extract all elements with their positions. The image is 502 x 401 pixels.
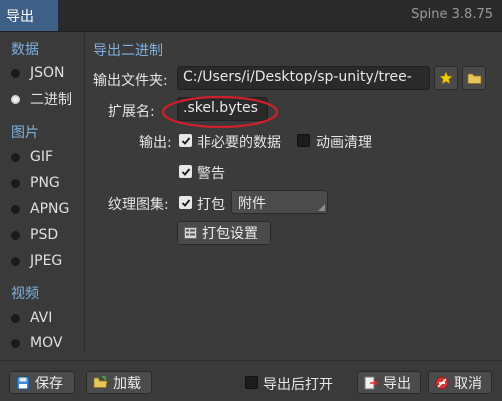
option-jpeg-label: JPEG xyxy=(30,253,63,269)
option-avi[interactable]: AVI xyxy=(11,308,52,328)
checkmark-icon xyxy=(181,167,190,176)
tab-export-label: 导出 xyxy=(6,9,34,25)
pack-checkbox[interactable] xyxy=(179,196,192,209)
open-folder-icon xyxy=(93,376,108,388)
output-folder-input[interactable]: C:/Users/i/Desktop/sp-unity/tree- xyxy=(177,66,430,90)
option-mov-label: MOV xyxy=(30,335,63,351)
output-label: 输出: xyxy=(139,135,172,151)
cancel-label: 取消 xyxy=(454,375,482,392)
radio-jpeg[interactable] xyxy=(11,256,20,266)
pack-settings-label: 打包设置 xyxy=(202,226,258,242)
section-images: 图片 xyxy=(11,125,39,141)
texture-atlas-label: 纹理图集: xyxy=(108,197,169,213)
save-button[interactable]: 保存 xyxy=(9,371,75,394)
nonessential-label: 非必要的数据 xyxy=(197,135,281,151)
export-icon xyxy=(364,376,378,389)
option-avi-label: AVI xyxy=(30,310,53,326)
radio-gif[interactable] xyxy=(11,152,20,162)
option-apng[interactable]: APNG xyxy=(11,199,69,219)
option-psd-label: PSD xyxy=(30,227,59,243)
option-apng-label: APNG xyxy=(30,201,70,217)
option-jpeg[interactable]: JPEG xyxy=(11,251,62,271)
section-video: 视频 xyxy=(11,286,39,302)
option-binary-label: 二进制 xyxy=(30,92,72,108)
tab-export[interactable]: 导出 xyxy=(0,0,59,31)
open-after-export-checkbox[interactable] xyxy=(245,376,258,389)
radio-avi[interactable] xyxy=(11,313,20,323)
option-mov[interactable]: MOV xyxy=(11,333,62,353)
panel-title: 导出二进制 xyxy=(93,43,163,59)
warnings-checkbox[interactable] xyxy=(179,165,192,178)
option-gif[interactable]: GIF xyxy=(11,147,53,167)
pack-mode-value: 附件 xyxy=(238,196,266,212)
pack-mode-dropdown[interactable]: 附件 xyxy=(231,190,328,214)
load-label: 加载 xyxy=(113,375,141,392)
folder-icon xyxy=(467,73,481,84)
animation-cleanup-checkbox[interactable] xyxy=(297,134,310,147)
title-bar: 导出 Spine 3.8.75 xyxy=(0,0,502,32)
option-binary[interactable]: 二进制 xyxy=(11,89,72,109)
extension-input[interactable]: .skel.bytes xyxy=(177,97,268,121)
dropdown-corner-icon xyxy=(318,204,325,211)
load-button[interactable]: 加载 xyxy=(86,371,152,394)
option-gif-label: GIF xyxy=(30,149,54,165)
warnings-label: 警告 xyxy=(197,166,225,182)
save-label: 保存 xyxy=(35,375,63,392)
pack-label: 打包 xyxy=(197,197,225,213)
radio-apng[interactable] xyxy=(11,204,20,214)
format-sidebar: 数据 JSON 二进制 图片 GIF PNG APNG PSD JPEG 视频 … xyxy=(0,32,85,354)
option-json-label: JSON xyxy=(30,65,65,81)
cancel-button[interactable]: 取消 xyxy=(428,371,492,394)
save-icon xyxy=(16,376,30,389)
radio-binary[interactable] xyxy=(11,94,20,104)
pack-settings-button[interactable]: 打包设置 xyxy=(177,221,271,245)
extension-label: 扩展名: xyxy=(108,104,155,120)
cancel-icon xyxy=(435,376,449,389)
radio-mov[interactable] xyxy=(11,338,20,348)
option-png[interactable]: PNG xyxy=(11,173,60,193)
open-after-export-label: 导出后打开 xyxy=(263,377,333,393)
radio-psd[interactable] xyxy=(11,230,20,240)
favorite-button[interactable] xyxy=(434,66,458,90)
browse-folder-button[interactable] xyxy=(462,66,486,90)
app-version: Spine 3.8.75 xyxy=(411,7,493,22)
radio-json[interactable] xyxy=(11,68,20,78)
export-button[interactable]: 导出 xyxy=(357,371,421,394)
option-psd[interactable]: PSD xyxy=(11,225,58,245)
checkmark-icon xyxy=(181,136,190,145)
nonessential-checkbox[interactable] xyxy=(179,134,192,147)
output-folder-label: 输出文件夹: xyxy=(93,73,168,89)
animation-cleanup-label: 动画清理 xyxy=(316,135,372,151)
section-data: 数据 xyxy=(11,42,39,58)
settings-panel-icon xyxy=(184,227,197,239)
option-png-label: PNG xyxy=(30,175,60,191)
checkmark-icon xyxy=(181,198,190,207)
export-label: 导出 xyxy=(383,375,411,392)
option-json[interactable]: JSON xyxy=(11,63,65,83)
star-icon xyxy=(439,71,453,85)
radio-png[interactable] xyxy=(11,178,20,188)
